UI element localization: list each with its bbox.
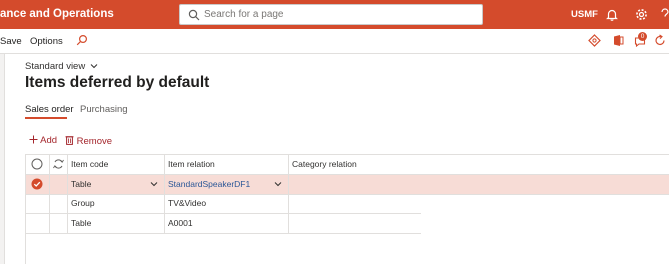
help-icon[interactable] <box>660 8 669 21</box>
column-header-item-code[interactable]: Item code <box>67 159 108 169</box>
company-picker[interactable]: USMF <box>571 9 598 20</box>
grid-header-border <box>25 174 669 175</box>
search-icon[interactable] <box>76 34 88 46</box>
tab-purchasing[interactable]: Purchasing <box>80 104 128 115</box>
chevron-down-icon <box>90 64 98 69</box>
options-button[interactable]: Options <box>30 36 63 47</box>
column-header-category-relation[interactable]: Category relation <box>288 159 357 169</box>
office-icon[interactable] <box>612 34 624 47</box>
item-code-cell[interactable]: Table <box>67 218 91 228</box>
search-icon <box>188 9 200 21</box>
left-nav-strip[interactable] <box>0 54 5 264</box>
notification-badge: 0 <box>638 32 647 41</box>
selected-row-highlight <box>25 174 669 194</box>
tab-sales-order[interactable]: Sales order <box>25 104 74 115</box>
page-title: Items deferred by default <box>25 74 210 91</box>
search-input[interactable]: Search for a page <box>179 4 483 25</box>
item-code-cell[interactable]: Group <box>67 198 95 208</box>
top-nav-bar: ance and Operations Search for a page US… <box>0 0 669 29</box>
search-placeholder: Search for a page <box>204 9 284 20</box>
plus-icon <box>29 135 38 144</box>
view-selector-label: Standard view <box>25 61 86 72</box>
save-button[interactable]: Save <box>0 36 22 47</box>
row-checked-icon[interactable] <box>31 178 43 190</box>
remove-label: Remove <box>76 136 113 147</box>
bell-icon[interactable] <box>606 8 618 21</box>
chevron-down-icon[interactable] <box>150 181 158 187</box>
grid-row-border <box>25 233 421 234</box>
action-pane: Save Options 0 <box>0 29 669 54</box>
select-all-checkbox[interactable] <box>31 158 43 170</box>
diamond-icon[interactable] <box>588 34 601 47</box>
grid-col-border <box>25 154 26 264</box>
grid-col-border <box>49 154 50 233</box>
app-title[interactable]: ance and Operations <box>0 8 114 20</box>
grid-row-border <box>25 194 669 195</box>
item-code-select[interactable]: Table <box>67 179 91 189</box>
remove-button[interactable]: Remove <box>65 135 112 147</box>
view-selector[interactable]: Standard view <box>25 61 98 72</box>
chevron-down-icon[interactable] <box>274 181 282 187</box>
refresh-grid-icon[interactable] <box>53 158 64 170</box>
item-relation-cell[interactable]: A0001 <box>164 218 193 228</box>
grid-row-border <box>25 213 421 214</box>
add-button[interactable]: Add <box>29 135 57 146</box>
active-tab-indicator <box>25 117 67 119</box>
grid-top-border <box>25 154 669 155</box>
gear-icon[interactable] <box>635 8 648 21</box>
trash-icon <box>65 136 74 145</box>
item-relation-link[interactable]: StandardSpeakerDF1 <box>164 179 250 189</box>
refresh-icon[interactable] <box>654 34 666 47</box>
item-relation-cell[interactable]: TV&Video <box>164 198 206 208</box>
add-label: Add <box>40 135 58 146</box>
column-header-item-relation[interactable]: Item relation <box>164 159 215 169</box>
